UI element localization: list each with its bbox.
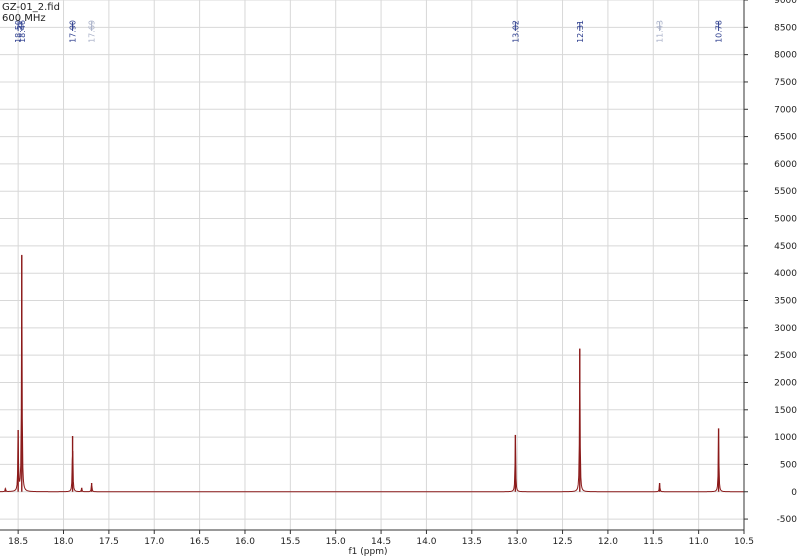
x-tick-label: 10.5: [734, 537, 754, 547]
x-tick-label: 14.5: [371, 537, 391, 547]
y-tick-label: 4000: [774, 269, 797, 279]
x-tick-label: 15.5: [280, 537, 300, 547]
peak-label-text: 17.90: [69, 20, 78, 43]
y-tick-label: 6000: [774, 160, 797, 170]
spectrum-baseline: [0, 254, 744, 493]
y-tick-label: 3000: [774, 324, 797, 334]
x-tick-label: 11.0: [689, 537, 709, 547]
x-tick-label: 12.0: [598, 537, 618, 547]
x-tick-label: 14.0: [416, 537, 436, 547]
y-tick-label: 5000: [774, 215, 797, 225]
y-tick-label: 4500: [774, 242, 797, 252]
x-tick-label: 16.5: [190, 537, 210, 547]
y-tick-label: -500: [777, 515, 798, 525]
peak-label-text: 17.69: [88, 20, 97, 43]
y-tick-label: 8000: [774, 51, 797, 61]
x-tick-label: 11.5: [643, 537, 663, 547]
spectrum-series: [0, 254, 744, 493]
y-tick-label: 2500: [774, 351, 797, 361]
chart-title-line-1: GZ-01_2.fid: [2, 2, 60, 13]
y-tick-label: 7500: [774, 78, 797, 88]
x-tick-label: 16.0: [235, 537, 255, 547]
x-tick-label: 13.0: [507, 537, 527, 547]
y-tick-label: 1500: [774, 406, 797, 416]
peak-label-text: 11.43: [656, 20, 665, 43]
y-tick-label: 3500: [774, 297, 797, 307]
peak-label-text: 10.78: [715, 20, 724, 43]
grid-lines: [0, 0, 745, 530]
x-axis-label: f1 (ppm): [349, 547, 388, 557]
y-tick-label: 7000: [774, 105, 797, 115]
y-tick-label: 6500: [774, 133, 797, 143]
y-tick-label: 2000: [774, 378, 797, 388]
x-tick-label: 17.5: [99, 537, 119, 547]
x-tick-label: 15.0: [326, 537, 346, 547]
chart-title-line-2: 600 MHz: [2, 13, 46, 24]
peak-label-text: 12.31: [576, 20, 585, 43]
nmr-spectrum-chart: 18.5018.46 17.90 17.69 13.02 12.31 11.43 10.78…: [0, 0, 798, 557]
y-tick-label: 500: [780, 460, 797, 470]
y-tick-label: 8500: [774, 23, 797, 33]
y-tick-label: 9000: [774, 0, 797, 6]
x-tick-label: 18.5: [8, 537, 28, 547]
y-tick-label: 1000: [774, 433, 797, 443]
peak-labels: 18.5018.46 17.90 17.69 13.02 12.31 11.43 10.78: [14, 20, 723, 43]
y-tick-label: 5500: [774, 187, 797, 197]
y-tick-label: 0: [791, 488, 797, 498]
peak-label-text: 13.02: [511, 20, 520, 43]
x-tick-label: 17.0: [144, 537, 164, 547]
x-tick-label: 18.0: [53, 537, 73, 547]
x-tick-label: 13.5: [462, 537, 482, 547]
x-tick-label: 12.5: [553, 537, 573, 547]
